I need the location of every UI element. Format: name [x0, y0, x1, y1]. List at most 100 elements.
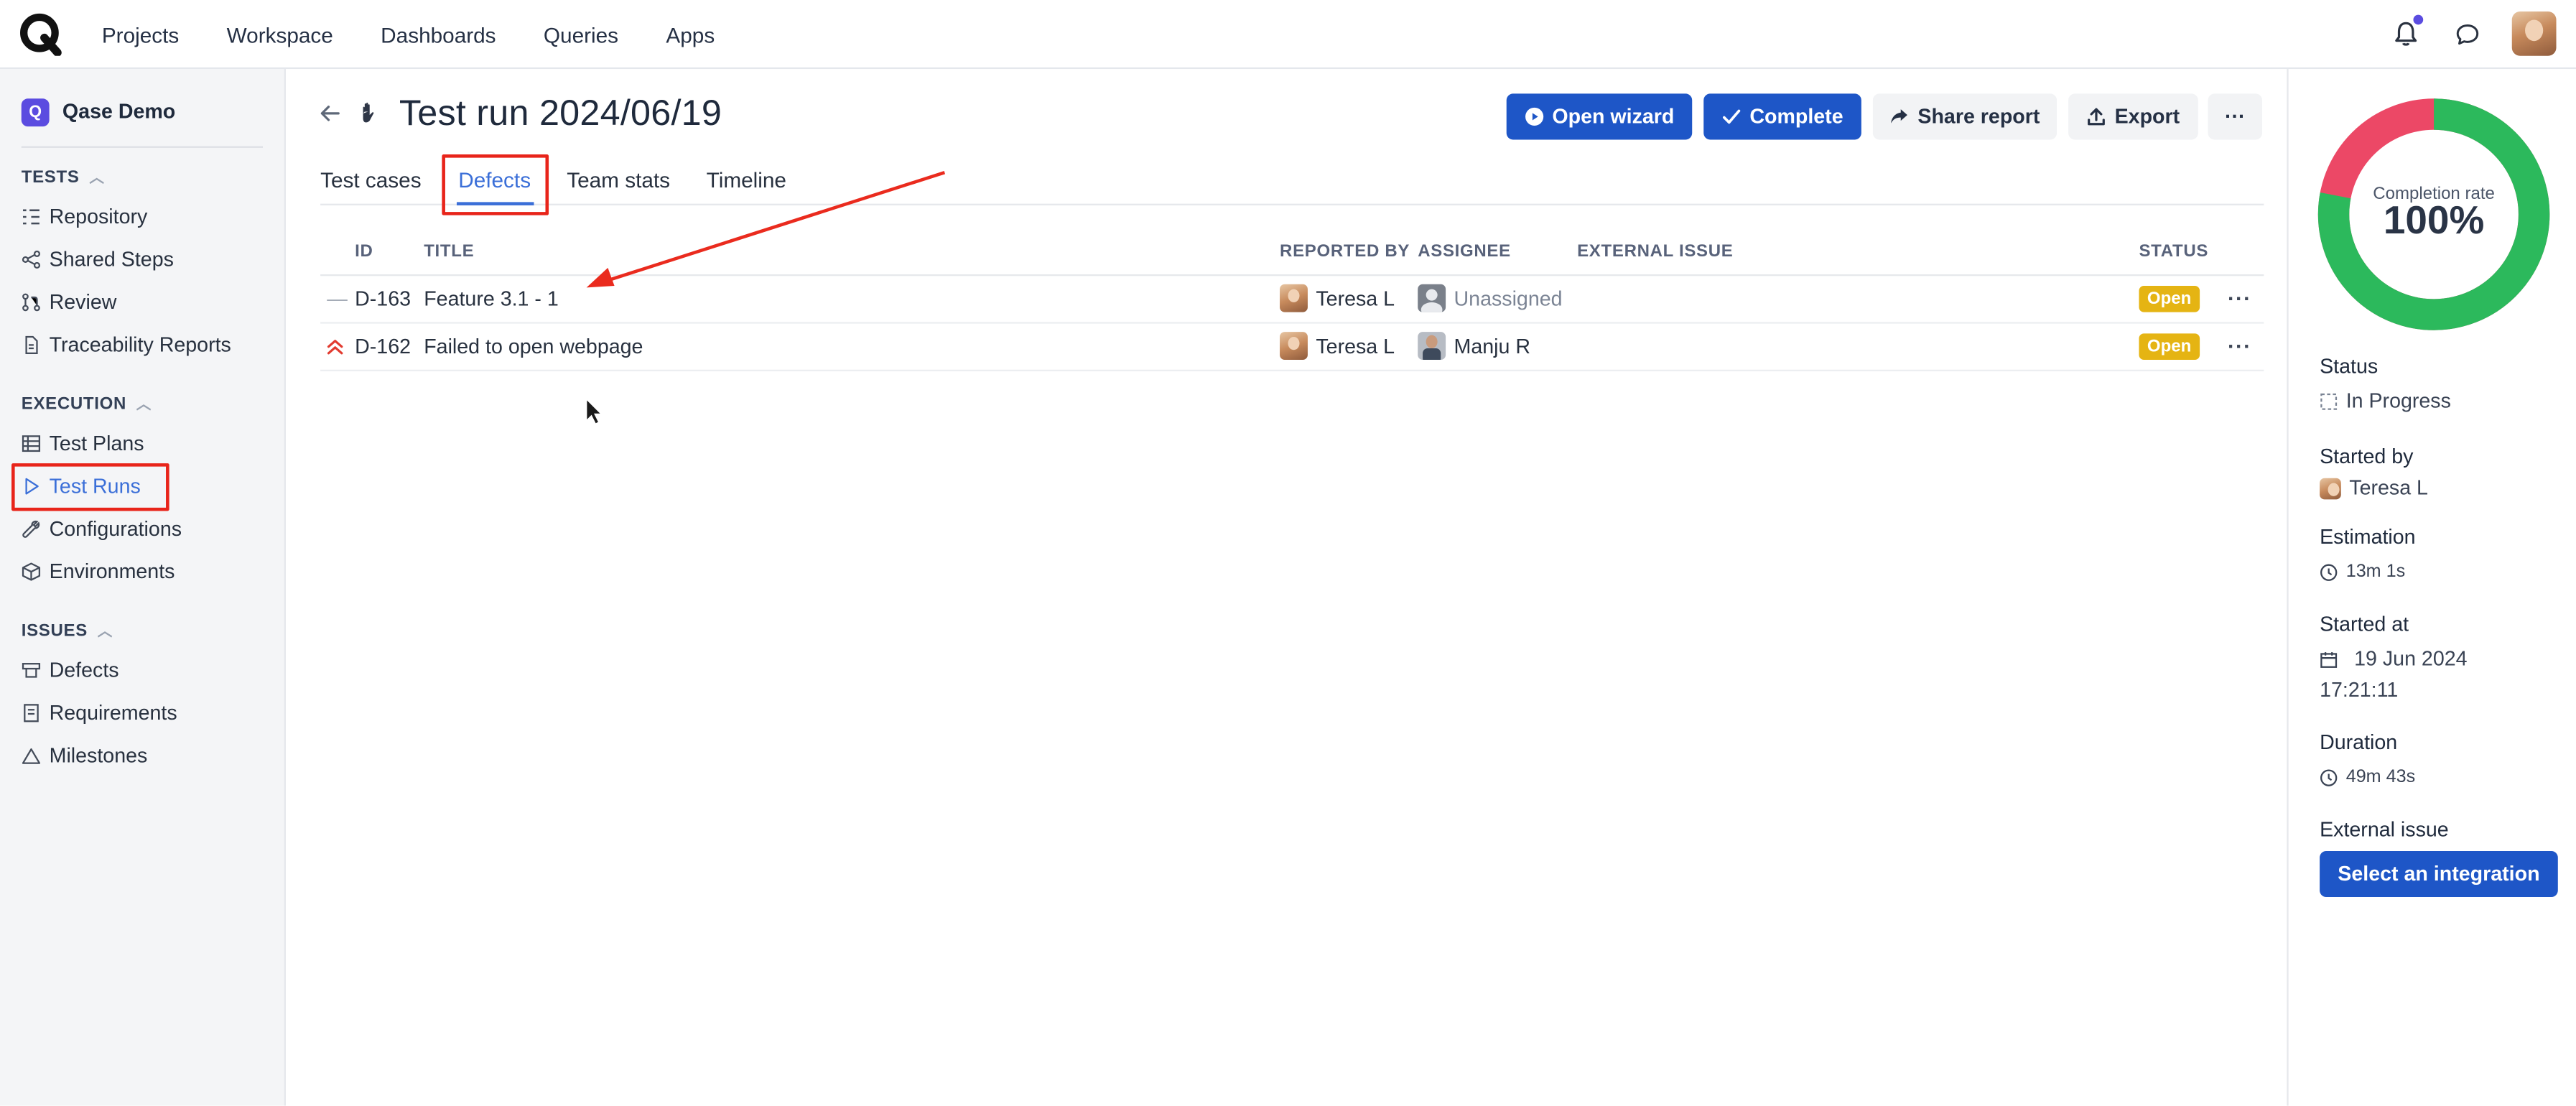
starter-avatar [2320, 477, 2341, 499]
play-circle-icon [1525, 107, 1543, 126]
nav-queries[interactable]: Queries [544, 22, 618, 47]
chat-bubble-icon[interactable] [2455, 22, 2481, 48]
nav-projects[interactable]: Projects [102, 22, 179, 47]
started-at-time: 17:21:11 [2320, 678, 2399, 702]
starter-name: Teresa L [2349, 476, 2428, 500]
table-header: ID TITLE REPORTED BY ASSIGNEE EXTERNAL I… [320, 240, 2264, 276]
section-issues-label: ISSUES [21, 620, 88, 641]
more-options-button[interactable]: ··· [2208, 93, 2263, 140]
user-avatar[interactable] [2511, 11, 2557, 56]
table-icon [22, 435, 41, 452]
sidebar-item-traceability-reports[interactable]: Traceability Reports [22, 330, 231, 360]
column-external-issue: EXTERNAL ISSUE [1577, 241, 1734, 261]
more-options-dots: ··· [2224, 105, 2246, 129]
section-issues[interactable]: ISSUES ︿ [22, 619, 113, 641]
cube-icon [22, 562, 41, 581]
row-more-button[interactable]: ··· [2228, 286, 2251, 310]
sidebar-divider [21, 146, 264, 148]
started-by-value: Teresa L [2320, 476, 2428, 499]
assignee-name: Unassigned [1454, 287, 1563, 310]
sidebar-item-test-plans[interactable]: Test Plans [22, 429, 144, 458]
reporter-avatar [1280, 284, 1308, 312]
table-row[interactable]: — D-163 Feature 3.1 - 1 Teresa L Unassig… [320, 276, 2264, 324]
sidebar-item-review[interactable]: Review [22, 287, 117, 317]
started-at-label: Started at [2320, 613, 2409, 636]
share-report-label: Share report [1917, 105, 2040, 129]
page-title: Test run 2024/06/19 [399, 92, 722, 134]
defect-title[interactable]: Failed to open webpage [424, 335, 643, 358]
row-more-button[interactable]: ··· [2228, 333, 2251, 358]
sidebar-item-label: Shared Steps [49, 248, 174, 271]
section-tests[interactable]: TESTS ︿ [22, 166, 105, 187]
column-reported-by: REPORTED BY [1280, 241, 1410, 261]
open-wizard-label: Open wizard [1552, 105, 1675, 129]
sidebar-item-defects[interactable]: Defects [22, 656, 119, 685]
highlight-box-test-runs [11, 463, 169, 511]
select-integration-button[interactable]: Select an integration [2320, 850, 2558, 898]
chevron-up-icon: ︿ [89, 169, 105, 186]
chevron-up-icon: ︿ [97, 623, 113, 639]
qase-logo-icon[interactable] [19, 13, 62, 56]
share-report-button[interactable]: Share report [1872, 93, 2057, 140]
sidebar-item-label: Requirements [49, 701, 177, 725]
open-wizard-button[interactable]: Open wizard [1506, 93, 1693, 140]
column-status: STATUS [2139, 241, 2209, 261]
sidebar-item-repository[interactable]: Repository [22, 202, 147, 231]
list-tree-icon [23, 209, 39, 225]
sidebar-item-environments[interactable]: Environments [22, 557, 175, 586]
duration-label: Duration [2320, 730, 2398, 755]
nav-apps[interactable]: Apps [666, 22, 715, 47]
highlight-box-defects-tab [442, 154, 549, 215]
duration-text: 49m 43s [2345, 767, 2416, 787]
sidebar-item-requirements[interactable]: Requirements [22, 698, 177, 728]
column-assignee: ASSIGNEE [1418, 241, 1511, 261]
sidebar-item-milestones[interactable]: Milestones [22, 741, 147, 771]
duration-value: 49m 43s [2320, 767, 2416, 787]
arrow-left-icon[interactable] [319, 102, 342, 125]
reported-by: Teresa L [1280, 284, 1395, 312]
sidebar-item-label: Environments [49, 560, 175, 584]
defect-title[interactable]: Feature 3.1 - 1 [424, 287, 559, 310]
status-value: In Progress [2320, 389, 2451, 412]
assignee-name: Manju R [1454, 334, 1531, 358]
section-tests-label: TESTS [21, 167, 80, 187]
external-issue-label: External issue [2320, 818, 2449, 842]
status-badge: Open [2139, 333, 2200, 360]
sidebar-item-label: Review [49, 290, 117, 314]
clock-icon [2320, 563, 2338, 580]
status-badge-cell: Open [2139, 286, 2200, 312]
clock-icon [2320, 768, 2338, 786]
sidebar-item-configurations[interactable]: Configurations [22, 514, 182, 544]
tab-test-cases[interactable]: Test cases [320, 167, 422, 192]
estimation-label: Estimation [2320, 526, 2416, 549]
started-by-label: Started by [2320, 445, 2414, 468]
sidebar-item-shared-steps[interactable]: Shared Steps [22, 245, 174, 274]
sidebar-item-label: Configurations [49, 517, 182, 541]
unassigned-user-icon [1418, 284, 1446, 312]
assignee[interactable]: Unassigned [1418, 284, 1563, 312]
table-row[interactable]: D-162 Failed to open webpage Teresa L Ma… [320, 324, 2264, 371]
started-at-date-text: 19 Jun 2024 [2354, 647, 2468, 671]
sidebar-item-label: Test Plans [49, 432, 144, 455]
nav-dashboards[interactable]: Dashboards [381, 22, 496, 47]
document-icon [25, 335, 38, 354]
section-execution[interactable]: EXECUTION ︿ [22, 393, 152, 414]
hand-icon [363, 102, 374, 123]
nav-workspace[interactable]: Workspace [227, 22, 333, 47]
status-label: Status [2320, 355, 2379, 378]
assignee[interactable]: Manju R [1418, 332, 1530, 360]
sidebar-item-label: Defects [49, 659, 119, 682]
complete-button[interactable]: Complete [1703, 93, 1861, 140]
reporter-name: Teresa L [1316, 334, 1395, 358]
tabs-divider [320, 203, 2264, 205]
status-badge: Open [2139, 286, 2200, 312]
complete-label: Complete [1749, 105, 1843, 129]
project-icon: Q [21, 98, 50, 126]
tab-team-stats[interactable]: Team stats [567, 167, 670, 192]
tab-timeline[interactable]: Timeline [707, 167, 786, 192]
status-text: In Progress [2345, 389, 2451, 413]
export-button[interactable]: Export [2068, 93, 2198, 140]
project-switcher[interactable]: Q Qase Demo [21, 97, 175, 126]
wrench-icon [22, 520, 40, 538]
book-icon [24, 704, 39, 722]
